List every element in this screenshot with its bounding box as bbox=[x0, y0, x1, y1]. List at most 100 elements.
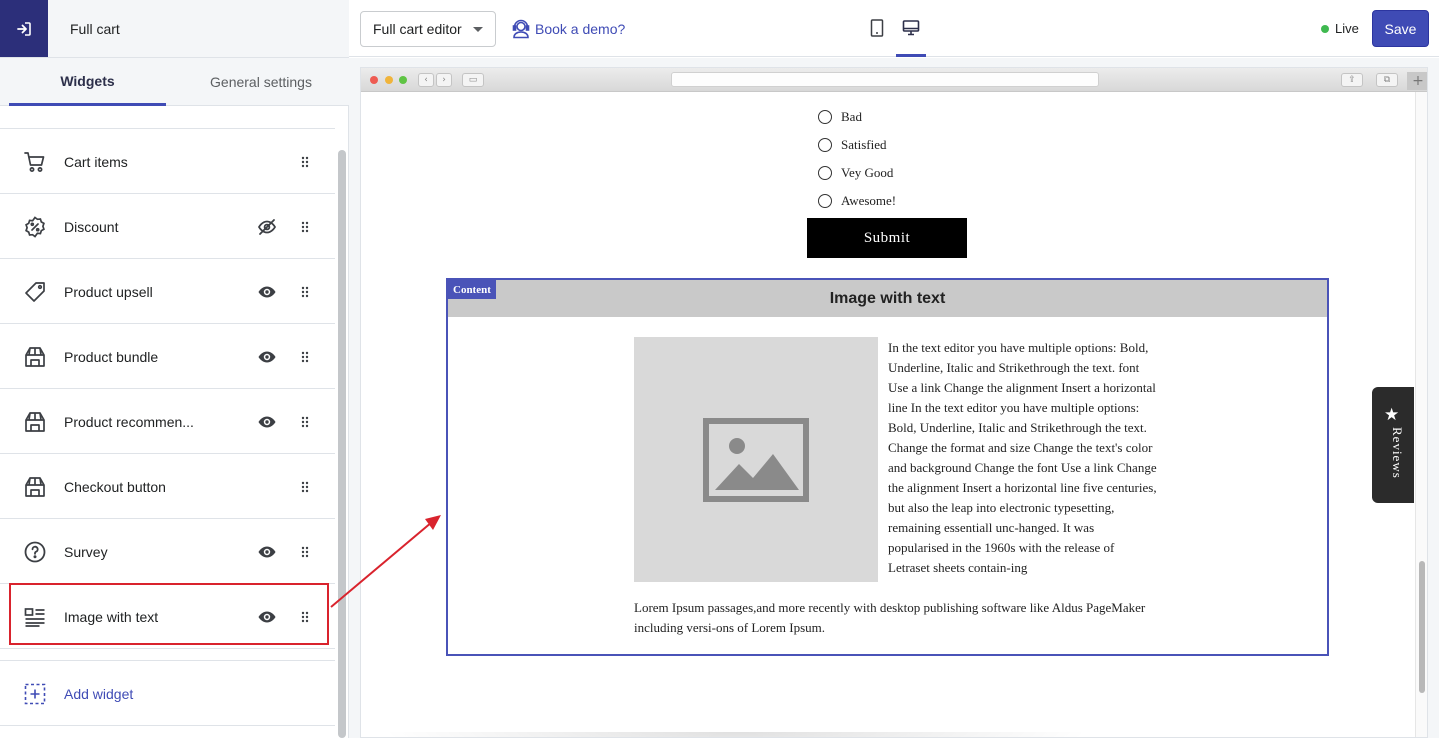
star-icon: ★ bbox=[1384, 405, 1400, 425]
discount-icon bbox=[22, 214, 48, 240]
widget-checkout-button[interactable]: Checkout button bbox=[0, 454, 335, 519]
new-tab-icon[interactable]: + bbox=[1407, 72, 1427, 90]
drag-handle-icon[interactable] bbox=[298, 413, 312, 431]
left-scrollbar[interactable] bbox=[338, 150, 346, 738]
preview-scrollbar-thumb[interactable] bbox=[1419, 561, 1425, 693]
forward-arrow-icon[interactable]: › bbox=[436, 73, 452, 87]
back-arrow-icon[interactable]: ‹ bbox=[418, 73, 434, 87]
minimize-dot-icon[interactable] bbox=[385, 76, 393, 84]
shop-icon bbox=[22, 344, 48, 370]
radio-button[interactable] bbox=[818, 194, 832, 208]
panel-title: Full cart bbox=[70, 21, 120, 37]
widget-label: Product upsell bbox=[64, 284, 153, 300]
preview-area: ‹ › ▭ ⇪ ⧉ + Bad Satisfied Vey Good Aweso… bbox=[349, 58, 1439, 738]
eye-icon[interactable] bbox=[256, 541, 278, 563]
widget-label: Cart items bbox=[64, 154, 128, 170]
left-panel: Full cart Widgets General settings Cart … bbox=[0, 0, 349, 738]
shop-icon bbox=[22, 409, 48, 435]
content-badge: Content bbox=[448, 280, 496, 299]
widget-label: Product recommen... bbox=[64, 414, 194, 430]
widget-label: Survey bbox=[64, 544, 108, 560]
active-device-indicator bbox=[896, 54, 926, 57]
tabs-icon[interactable]: ⧉ bbox=[1376, 73, 1398, 87]
drag-handle-icon[interactable] bbox=[298, 478, 312, 496]
panel-tabs: Widgets General settings bbox=[0, 58, 349, 106]
add-widget-button[interactable]: Add widget bbox=[0, 660, 335, 726]
eye-icon[interactable] bbox=[256, 346, 278, 368]
survey-option-label: Satisfied bbox=[841, 137, 887, 152]
eye-icon[interactable] bbox=[256, 411, 278, 433]
tab-widgets[interactable]: Widgets bbox=[9, 58, 166, 106]
mobile-icon[interactable] bbox=[867, 18, 887, 38]
top-bar: Full cart editor Book a demo? Live Save bbox=[349, 0, 1439, 57]
save-button[interactable]: Save bbox=[1372, 10, 1429, 47]
close-dot-icon[interactable] bbox=[370, 76, 378, 84]
eye-hidden-icon[interactable] bbox=[256, 216, 278, 238]
reviews-tab[interactable]: ★ Reviews bbox=[1372, 387, 1414, 503]
widget-list: Cart items Discount Product upsell Produ… bbox=[0, 106, 335, 738]
maximize-dot-icon[interactable] bbox=[399, 76, 407, 84]
question-icon bbox=[22, 539, 48, 565]
survey-option[interactable]: Vey Good bbox=[818, 164, 893, 182]
drag-handle-icon[interactable] bbox=[298, 283, 312, 301]
radio-button[interactable] bbox=[818, 166, 832, 180]
highlight-box bbox=[9, 583, 329, 645]
survey-option[interactable]: Bad bbox=[818, 108, 862, 126]
radio-button[interactable] bbox=[818, 138, 832, 152]
browser-chrome: ‹ › ▭ ⇪ ⧉ + bbox=[361, 68, 1427, 92]
eye-icon[interactable] bbox=[256, 281, 278, 303]
exit-icon bbox=[17, 21, 31, 36]
survey-option[interactable]: Awesome! bbox=[818, 192, 896, 210]
shop-icon bbox=[22, 474, 48, 500]
block-title: Image with text bbox=[448, 280, 1327, 317]
cart-icon bbox=[22, 149, 48, 175]
widget-product-upsell[interactable]: Product upsell bbox=[0, 259, 335, 324]
widget-product-recommendations[interactable]: Product recommen... bbox=[0, 389, 335, 454]
survey-option-label: Awesome! bbox=[841, 193, 897, 208]
drag-handle-icon[interactable] bbox=[298, 218, 312, 236]
drag-handle-icon[interactable] bbox=[298, 348, 312, 366]
widget-label: Checkout button bbox=[64, 479, 166, 495]
tab-general-settings[interactable]: General settings bbox=[176, 58, 346, 106]
widget-discount[interactable]: Discount bbox=[0, 194, 335, 259]
editor-select-value: Full cart editor bbox=[373, 21, 462, 37]
left-header: Full cart bbox=[0, 0, 349, 58]
browser-frame: ‹ › ▭ ⇪ ⧉ + Bad Satisfied Vey Good Aweso… bbox=[360, 67, 1428, 738]
drag-handle-icon[interactable] bbox=[298, 153, 312, 171]
storefront-page: Bad Satisfied Vey Good Awesome! Submit I… bbox=[361, 92, 1415, 737]
caret-down-icon bbox=[473, 27, 483, 32]
sidebar-toggle-icon[interactable]: ▭ bbox=[462, 73, 484, 87]
reviews-label: Reviews bbox=[1390, 427, 1405, 479]
survey-option-label: Vey Good bbox=[841, 165, 894, 180]
widget-cart-items[interactable]: Cart items bbox=[0, 129, 335, 194]
body-text-continued: Lorem Ipsum passages,and more recently w… bbox=[634, 600, 1146, 635]
image-placeholder-icon bbox=[703, 417, 809, 502]
widget-label: Product bundle bbox=[64, 349, 159, 365]
status-label: Live bbox=[1335, 21, 1359, 36]
radio-button[interactable] bbox=[818, 110, 832, 124]
section-shadow bbox=[381, 732, 1091, 737]
support-agent-icon bbox=[512, 19, 530, 39]
desktop-icon[interactable] bbox=[901, 18, 921, 38]
survey-option[interactable]: Satisfied bbox=[818, 136, 887, 154]
widget-survey[interactable]: Survey bbox=[0, 519, 335, 584]
editor-select[interactable]: Full cart editor bbox=[360, 11, 496, 47]
body-text: In the text editor you have multiple opt… bbox=[888, 340, 1157, 575]
share-icon[interactable]: ⇪ bbox=[1341, 73, 1363, 87]
add-dashed-icon bbox=[24, 683, 46, 710]
url-bar[interactable] bbox=[671, 72, 1099, 87]
survey-option-label: Bad bbox=[841, 109, 862, 124]
widget-product-bundle[interactable]: Product bundle bbox=[0, 324, 335, 389]
submit-button[interactable]: Submit bbox=[807, 218, 967, 258]
widget-label: Discount bbox=[64, 219, 119, 235]
tag-icon bbox=[22, 279, 48, 305]
exit-button[interactable] bbox=[0, 0, 48, 57]
image-placeholder[interactable] bbox=[634, 337, 878, 582]
book-demo-link[interactable]: Book a demo? bbox=[511, 19, 625, 39]
live-dot-icon bbox=[1321, 24, 1329, 33]
drag-handle-icon[interactable] bbox=[298, 543, 312, 561]
status-badge: Live bbox=[1321, 21, 1359, 36]
add-widget-label: Add widget bbox=[64, 686, 134, 702]
book-demo-label: Book a demo? bbox=[535, 21, 626, 37]
image-with-text-block[interactable]: Image with text Content In the text edit… bbox=[446, 278, 1329, 656]
